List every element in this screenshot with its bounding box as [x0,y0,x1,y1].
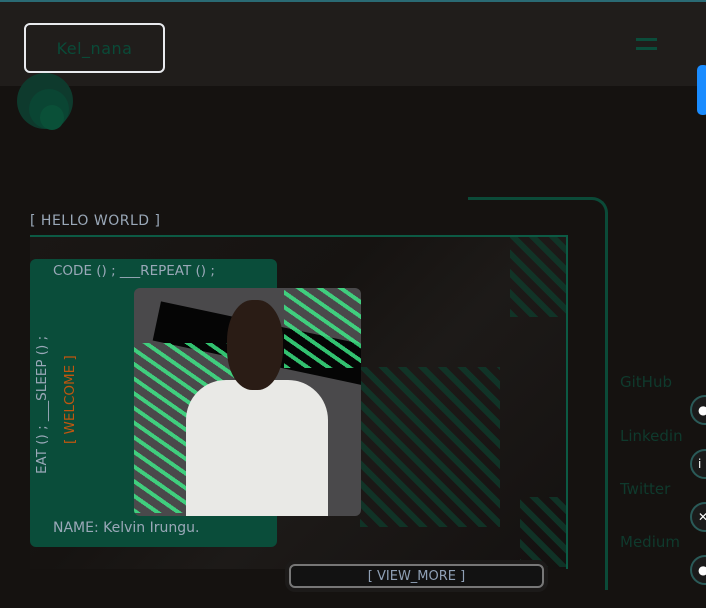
github-icon[interactable]: ● [690,395,706,425]
code-line: CODE () ; ___REPEAT () ; [53,263,215,279]
header: Kel_nana [0,2,706,86]
logo-button[interactable]: Kel_nana [24,23,165,73]
profile-photo [134,288,361,516]
vertical-code-line: EAT () ; ___SLEEP () ; [34,335,50,474]
decor-circle [40,105,64,130]
social-twitter-link[interactable]: Twitter [620,480,670,498]
medium-icon[interactable]: ● [690,555,706,585]
scrollbar[interactable] [697,65,706,115]
welcome-text: [ WELCOME ] [62,355,78,444]
social-medium-link[interactable]: Medium [620,533,680,551]
hamburger-icon[interactable] [636,38,657,52]
social-linkedin-link[interactable]: Linkedin [620,427,683,445]
hello-heading: [ HELLO WORLD ] [30,213,161,229]
x-icon[interactable]: ✕ [690,502,706,532]
linkedin-icon[interactable]: i [690,449,706,479]
social-github-link[interactable]: GitHub [620,373,672,391]
view-more-button[interactable]: [ VIEW_MORE ] [289,564,544,588]
profile-name: NAME: Kelvin Irungu. [53,520,200,536]
